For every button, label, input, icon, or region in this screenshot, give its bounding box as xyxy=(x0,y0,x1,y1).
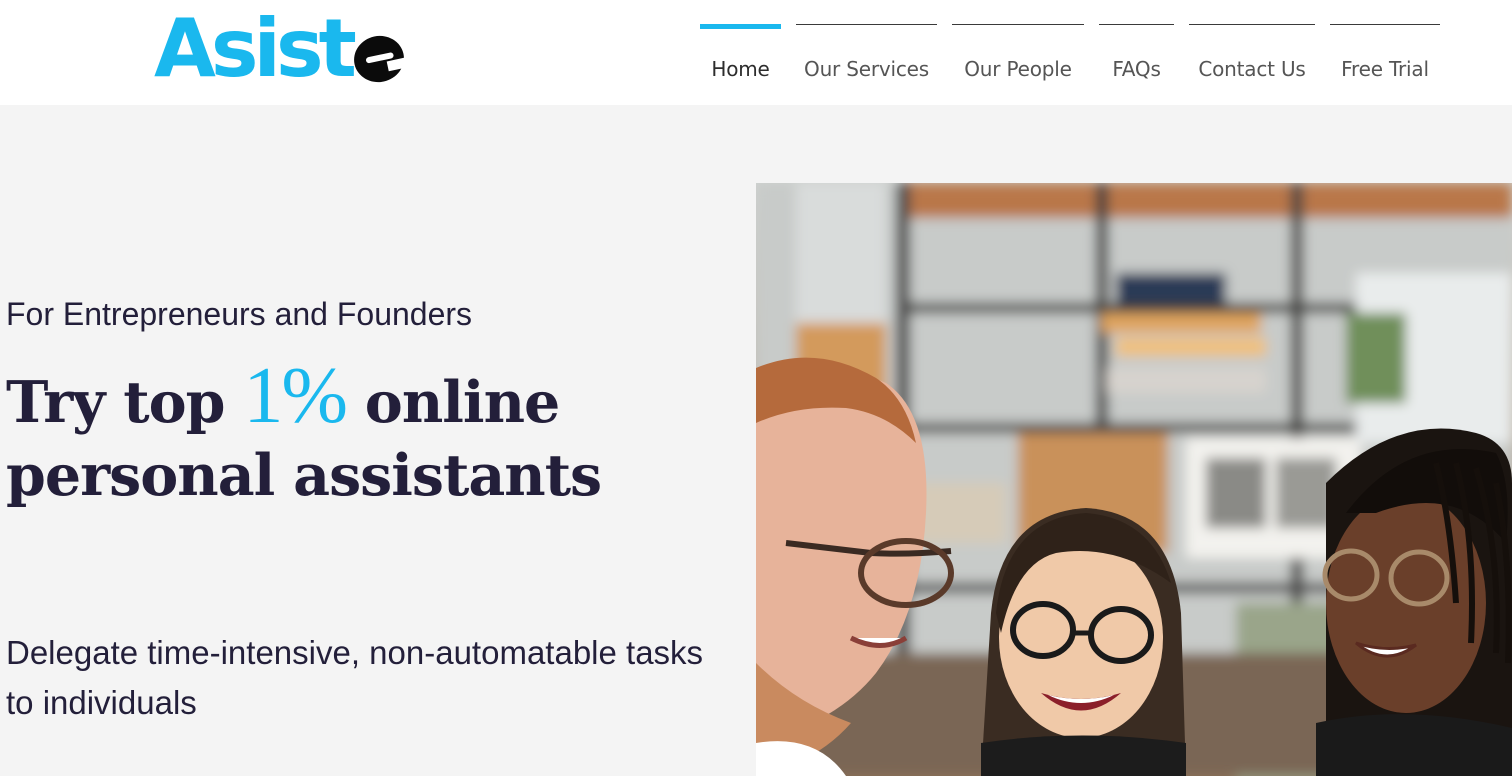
nav-free-trial[interactable]: Free Trial xyxy=(1330,24,1440,94)
nav-divider xyxy=(1330,24,1440,25)
person-center xyxy=(981,508,1186,776)
nav-divider xyxy=(952,24,1084,25)
nav-faqs-label: FAQs xyxy=(1112,57,1161,81)
nav-contact-us[interactable]: Contact Us xyxy=(1189,24,1315,94)
hero-subtitle: For Entrepreneurs and Founders xyxy=(6,296,473,332)
nav-our-services-label: Our Services xyxy=(804,57,929,81)
hero-description: Delegate time-intensive, non-automatable… xyxy=(6,634,704,721)
hero-photo xyxy=(756,183,1512,776)
hero-title-start: Try top xyxy=(6,369,244,436)
person-right xyxy=(1316,428,1512,776)
nav-our-services[interactable]: Our Services xyxy=(796,24,937,94)
hero-title: Try top 1% online personal assistants xyxy=(6,356,726,512)
nav-divider xyxy=(1099,24,1174,25)
nav-contact-us-label: Contact Us xyxy=(1198,57,1306,81)
nav-home-label: Home xyxy=(711,57,770,81)
nav-our-people[interactable]: Our People xyxy=(952,24,1084,94)
nav-divider xyxy=(1189,24,1315,25)
nav-faqs[interactable]: FAQs xyxy=(1099,24,1174,94)
main-navigation: Home Our Services Our People FAQs Contac… xyxy=(0,0,1512,105)
nav-divider xyxy=(796,24,937,25)
hero-photo-illustration xyxy=(756,183,1512,776)
nav-home[interactable]: Home xyxy=(700,24,781,94)
site-header: Asist Home Our Services Our People FAQs … xyxy=(0,0,1512,105)
nav-free-trial-label: Free Trial xyxy=(1341,57,1429,81)
nav-active-indicator xyxy=(700,24,781,29)
hero-title-accent: 1% xyxy=(243,352,348,440)
nav-our-people-label: Our People xyxy=(964,57,1072,81)
